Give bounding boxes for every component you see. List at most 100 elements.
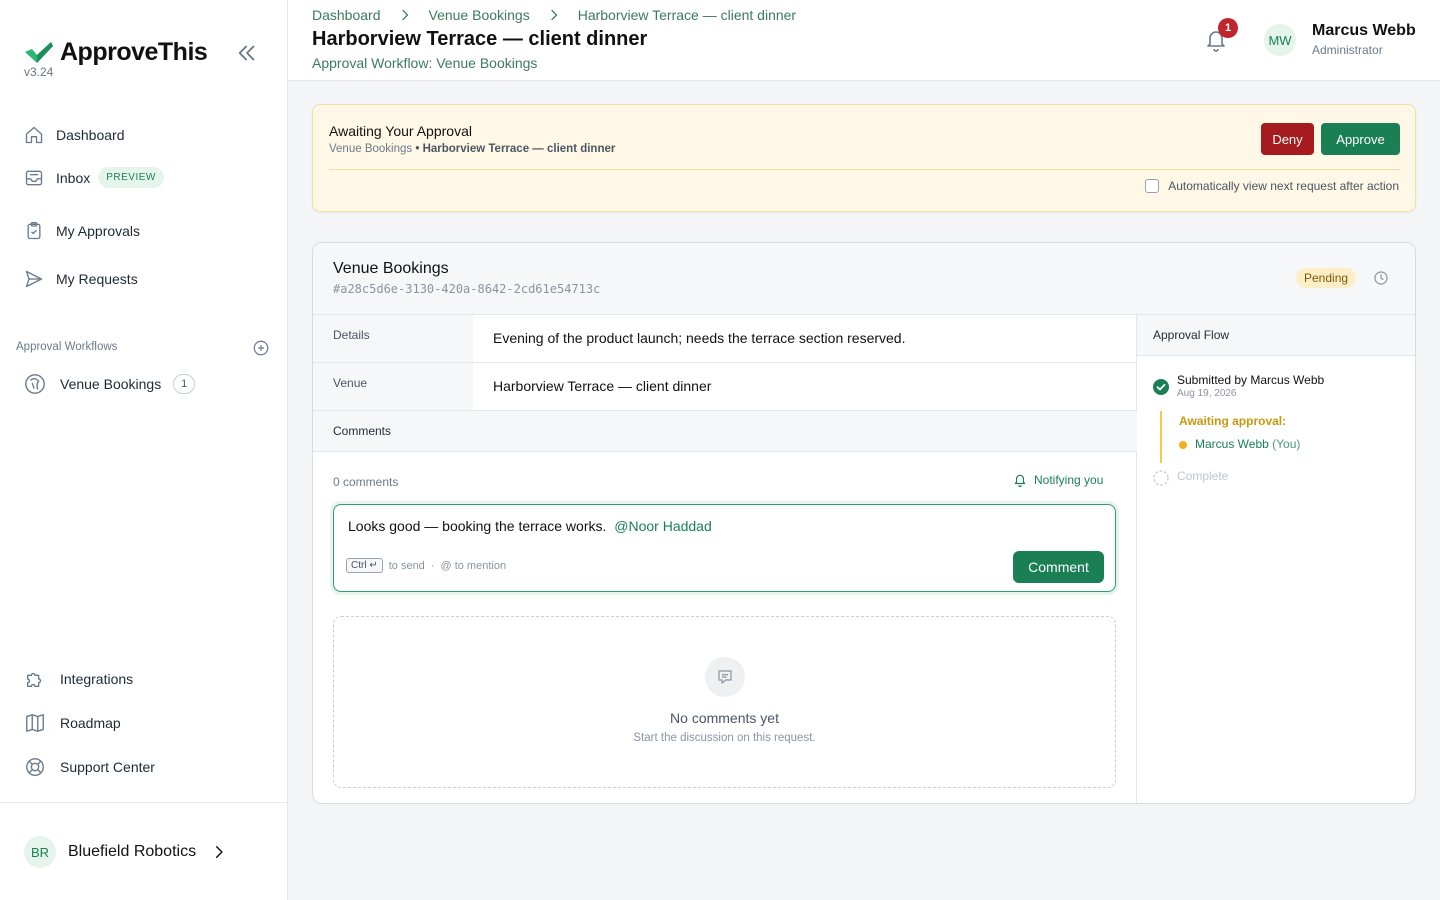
org-name: Bluefield Robotics xyxy=(68,843,197,860)
field-label: Venue xyxy=(313,363,473,410)
request-card-header: Venue Bookings #a28c5d6e-3130-420a-8642-… xyxy=(313,243,1415,315)
auto-next-checkbox[interactable] xyxy=(1145,179,1160,193)
home-icon xyxy=(25,126,43,144)
flow-approver[interactable]: Marcus Webb (You) xyxy=(1195,437,1300,451)
sidebar-item-label: Integrations xyxy=(60,671,134,687)
check-circle-icon xyxy=(1153,379,1169,395)
breadcrumb-venue-bookings[interactable]: Venue Bookings xyxy=(429,7,530,23)
approver-name: Marcus Webb xyxy=(1195,437,1269,451)
field-value: Evening of the product launch; needs the… xyxy=(493,330,906,346)
chevron-right-icon xyxy=(401,9,408,21)
comment-input[interactable]: Looks good — booking the terrace works. … xyxy=(348,518,712,534)
flow-submitted: Submitted by Marcus Webb xyxy=(1177,373,1325,387)
approval-flow-heading: Approval Flow xyxy=(1137,315,1415,356)
hint-mention: @ to mention xyxy=(440,559,507,572)
comments-count: 0 comments xyxy=(333,475,399,489)
comments-empty-state: No comments yet Start the discussion on … xyxy=(333,616,1116,788)
approval-flow-panel: Approval Flow Submitted by Marcus Webb A… xyxy=(1137,315,1415,803)
clock-icon[interactable] xyxy=(1373,270,1389,286)
sidebar-item-label: My Requests xyxy=(56,271,138,287)
page-subtitle: Approval Workflow: Venue Bookings xyxy=(312,55,538,71)
approval-workflows-label: Approval Workflows xyxy=(16,341,118,353)
user-avatar[interactable]: MW xyxy=(1264,24,1296,56)
comments-heading: Comments xyxy=(313,411,1137,452)
field-label: Details xyxy=(313,315,473,362)
page-title: Harborview Terrace — client dinner xyxy=(312,28,648,50)
deny-button[interactable]: Deny xyxy=(1261,123,1314,155)
banner-workflow: Venue Bookings xyxy=(329,143,413,155)
inbox-icon xyxy=(25,170,43,185)
add-workflow-icon[interactable] xyxy=(252,339,270,357)
breadcrumb: Dashboard Venue Bookings Harborview Terr… xyxy=(312,7,796,23)
banner-title: Awaiting Your Approval xyxy=(329,123,472,139)
comment-mention[interactable]: @Noor Haddad xyxy=(614,518,712,534)
org-avatar: BR xyxy=(24,836,56,868)
sidebar-item-label: My Approvals xyxy=(56,223,141,239)
breadcrumb-current[interactable]: Harborview Terrace — client dinner xyxy=(578,7,796,23)
empty-subtitle: Start the discussion on this request. xyxy=(633,732,816,744)
hint-send: to send xyxy=(388,559,425,572)
sidebar: ApproveThis v3.24 Dashboard Inbox PREVIE… xyxy=(0,0,288,900)
user-role: Administrator xyxy=(1312,43,1383,57)
sidebar-item-my-requests[interactable]: My Requests xyxy=(24,269,138,289)
sidebar-item-my-approvals[interactable]: My Approvals xyxy=(24,221,140,241)
empty-title: No comments yet xyxy=(670,710,779,726)
breadcrumb-dashboard[interactable]: Dashboard xyxy=(312,7,381,23)
flow-awaiting: Awaiting approval: xyxy=(1179,414,1287,428)
preview-badge: PREVIEW xyxy=(98,167,164,188)
sidebar-item-label: Roadmap xyxy=(60,715,121,731)
app-version: v3.24 xyxy=(24,65,54,79)
venue-icon xyxy=(25,374,45,394)
sidebar-item-integrations[interactable]: Integrations xyxy=(24,668,133,690)
puzzle-icon xyxy=(26,672,42,688)
sidebar-divider xyxy=(0,802,288,803)
banner-subtitle: Venue Bookings • Harborview Terrace — cl… xyxy=(329,143,615,155)
sidebar-item-label: Dashboard xyxy=(56,127,125,143)
sidebar-item-dashboard[interactable]: Dashboard xyxy=(24,125,125,145)
flow-complete: Complete xyxy=(1177,469,1229,483)
clipboard-check-icon xyxy=(27,222,41,240)
notification-count-badge: 1 xyxy=(1218,18,1238,38)
auto-next-label: Automatically view next request after ac… xyxy=(1168,179,1399,193)
banner-bullet: • xyxy=(415,143,420,155)
auto-next-option[interactable]: Automatically view next request after ac… xyxy=(1145,179,1399,193)
sidebar-item-inbox[interactable]: Inbox PREVIEW xyxy=(24,167,164,188)
field-value: Harborview Terrace — client dinner xyxy=(493,378,712,394)
map-icon xyxy=(26,714,44,732)
notifying-label: Notifying you xyxy=(1034,473,1104,487)
sidebar-item-label: Support Center xyxy=(60,759,155,775)
organization-switcher[interactable]: BR Bluefield Robotics xyxy=(24,836,226,868)
comment-button[interactable]: Comment xyxy=(1013,551,1104,583)
page-header: Dashboard Venue Bookings Harborview Terr… xyxy=(288,0,1440,81)
collapse-sidebar-icon[interactable] xyxy=(236,42,258,64)
approver-you: (You) xyxy=(1272,437,1301,451)
chevron-right-icon xyxy=(216,846,223,858)
flow-date: Aug 19, 2026 xyxy=(1177,388,1237,399)
sidebar-item-roadmap[interactable]: Roadmap xyxy=(24,712,121,734)
pending-dot-icon xyxy=(1179,441,1187,449)
notifying-toggle[interactable]: Notifying you xyxy=(1013,473,1103,487)
sidebar-workflow-venue-bookings[interactable]: Venue Bookings 1 xyxy=(24,373,196,395)
workflow-count-badge: 1 xyxy=(173,374,196,394)
hint-separator: · xyxy=(430,559,435,572)
send-icon xyxy=(25,270,43,288)
dashed-circle-icon xyxy=(1153,470,1169,486)
sidebar-item-support-center[interactable]: Support Center xyxy=(24,756,155,778)
field-row-details: Details Evening of the product launch; n… xyxy=(313,315,1137,363)
request-card: Venue Bookings #a28c5d6e-3130-420a-8642-… xyxy=(312,242,1416,804)
flow-connector xyxy=(1160,411,1162,463)
comment-composer[interactable]: Looks good — booking the terrace works. … xyxy=(333,504,1116,592)
field-row-venue: Venue Harborview Terrace — client dinner xyxy=(313,363,1137,411)
approval-banner: Awaiting Your Approval Venue Bookings • … xyxy=(312,104,1416,212)
request-workflow-title: Venue Bookings xyxy=(333,260,449,277)
banner-request: Harborview Terrace — client dinner xyxy=(422,143,616,155)
app-name: ApproveThis xyxy=(60,38,208,66)
user-name: Marcus Webb xyxy=(1312,22,1416,39)
composer-hint: Ctrl ↵ to send · @ to mention xyxy=(346,558,506,573)
comment-draft-text: Looks good — booking the terrace works. xyxy=(348,518,607,534)
bell-icon xyxy=(1014,474,1026,487)
approve-button[interactable]: Approve xyxy=(1321,123,1400,155)
app-logo[interactable]: ApproveThis xyxy=(24,38,208,67)
checkmark-logo-icon xyxy=(25,41,53,63)
lifebuoy-icon xyxy=(26,758,44,776)
